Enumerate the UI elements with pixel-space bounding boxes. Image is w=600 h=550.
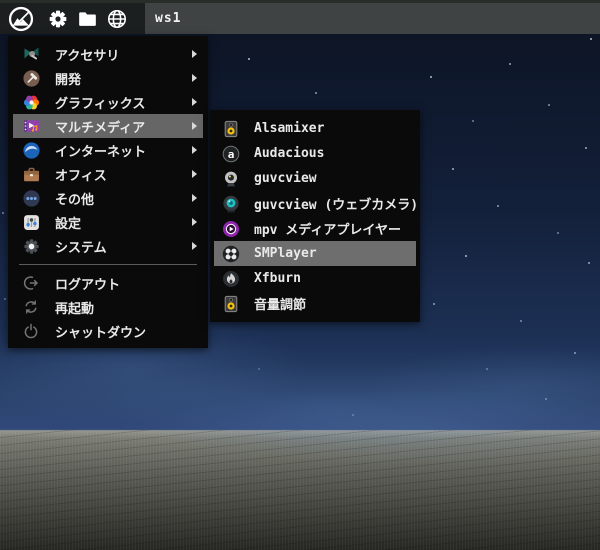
menu-item-label: 開発 <box>55 72 82 88</box>
xfburn-flame-icon <box>222 270 240 288</box>
menu-item-other[interactable]: その他 <box>8 186 208 210</box>
submenu-arrow-icon <box>192 170 197 178</box>
submenu-arrow-icon <box>192 98 197 106</box>
folder-icon[interactable] <box>77 9 98 29</box>
menu-item-graphics[interactable]: グラフィックス <box>8 90 208 114</box>
smplayer-icon <box>222 245 240 263</box>
submenu-item-label: Audacious <box>254 146 325 161</box>
gear-icon[interactable] <box>48 9 68 29</box>
menu-item-system[interactable]: システム <box>8 234 208 258</box>
menu-item-label: インターネット <box>55 144 147 160</box>
panel-launcher-area <box>0 3 145 34</box>
submenu-item-volume[interactable]: 音量調節 <box>210 291 420 316</box>
menu-item-accessories[interactable]: アクセサリ <box>8 42 208 66</box>
webcam-icon <box>222 170 240 188</box>
submenu-arrow-icon <box>192 122 197 130</box>
menu-item-label: マルチメディア <box>55 120 146 136</box>
submenu-item-label: guvcview (ウェブカメラ) <box>254 198 419 213</box>
accessories-icon <box>22 46 40 63</box>
menu-item-office[interactable]: オフィス <box>8 162 208 186</box>
webcam-alt-icon <box>222 195 240 213</box>
menu-item-label: 設定 <box>55 216 82 232</box>
submenu-arrow-icon <box>192 146 197 154</box>
menu-separator <box>19 264 197 265</box>
submenu-item-label: mpv メディアプレイヤー <box>254 223 402 238</box>
other-icon <box>22 189 40 207</box>
menu-item-label: グラフィックス <box>55 96 146 112</box>
system-gear-icon <box>22 238 40 255</box>
submenu-arrow-icon <box>192 194 197 202</box>
menu-item-development[interactable]: 開発 <box>8 66 208 90</box>
menu-item-internet[interactable]: インターネット <box>8 138 208 162</box>
workspace-indicator[interactable]: ws1 <box>155 11 181 26</box>
submenu-item-label: 音量調節 <box>254 298 307 313</box>
menu-item-multimedia[interactable]: マルチメディア <box>13 114 203 138</box>
globe-icon[interactable] <box>106 8 128 30</box>
restart-icon <box>22 299 40 316</box>
multimedia-icon <box>22 118 40 135</box>
submenu-arrow-icon <box>192 50 197 58</box>
office-icon <box>22 166 40 183</box>
menu-item-label: ログアウト <box>55 277 121 293</box>
speaker-icon <box>222 295 240 313</box>
menu-item-label: 再起動 <box>55 301 95 317</box>
submenu-item-label: Alsamixer <box>254 121 325 136</box>
settings-icon <box>22 214 40 231</box>
submenu-arrow-icon <box>192 218 197 226</box>
taskbar-area: ws1 <box>145 3 600 34</box>
development-icon <box>22 69 40 87</box>
graphics-icon <box>22 94 40 111</box>
submenu-arrow-icon <box>192 74 197 82</box>
submenu-item-label: SMPlayer <box>254 246 317 261</box>
submenu-item-xfburn[interactable]: Xfburn <box>210 266 420 291</box>
submenu-arrow-icon <box>192 242 197 250</box>
menu-item-shutdown[interactable]: シャットダウン <box>8 319 208 343</box>
submenu-item-mpv[interactable]: mpv メディアプレイヤー <box>210 216 420 241</box>
shutdown-power-icon <box>22 323 40 340</box>
menu-item-label: オフィス <box>55 168 107 184</box>
menu-item-logout[interactable]: ログアウト <box>8 271 208 295</box>
submenu-item-label: Xfburn <box>254 271 301 286</box>
menu-item-label: シャットダウン <box>55 325 147 341</box>
submenu-item-audacious[interactable]: a Audacious <box>210 141 420 166</box>
logout-icon <box>22 275 40 292</box>
mabox-logo-icon[interactable] <box>7 5 35 33</box>
menu-item-restart[interactable]: 再起動 <box>8 295 208 319</box>
submenu-item-guvcview[interactable]: guvcview <box>210 166 420 191</box>
submenu-item-label: guvcview <box>254 171 317 186</box>
top-panel: ws1 <box>0 0 600 34</box>
root-menu: アクセサリ 開発 グラフィックス マルチメディア インターネット オフィス その… <box>8 36 208 348</box>
submenu-item-smplayer[interactable]: SMPlayer <box>214 241 416 266</box>
menu-item-settings[interactable]: 設定 <box>8 210 208 234</box>
menu-item-label: アクセサリ <box>55 48 120 64</box>
speaker-icon <box>222 120 240 138</box>
multimedia-submenu: Alsamixer a Audacious guvcview guvcview … <box>210 110 420 322</box>
svg-text:a: a <box>228 148 235 161</box>
menu-item-label: その他 <box>55 192 95 208</box>
audacious-icon: a <box>222 145 240 163</box>
submenu-item-alsamixer[interactable]: Alsamixer <box>210 116 420 141</box>
submenu-item-guvcview-webcam[interactable]: guvcview (ウェブカメラ) <box>210 191 420 216</box>
internet-icon <box>22 141 40 159</box>
mpv-icon <box>222 220 240 238</box>
ground-field <box>0 430 600 550</box>
menu-item-label: システム <box>55 240 107 256</box>
